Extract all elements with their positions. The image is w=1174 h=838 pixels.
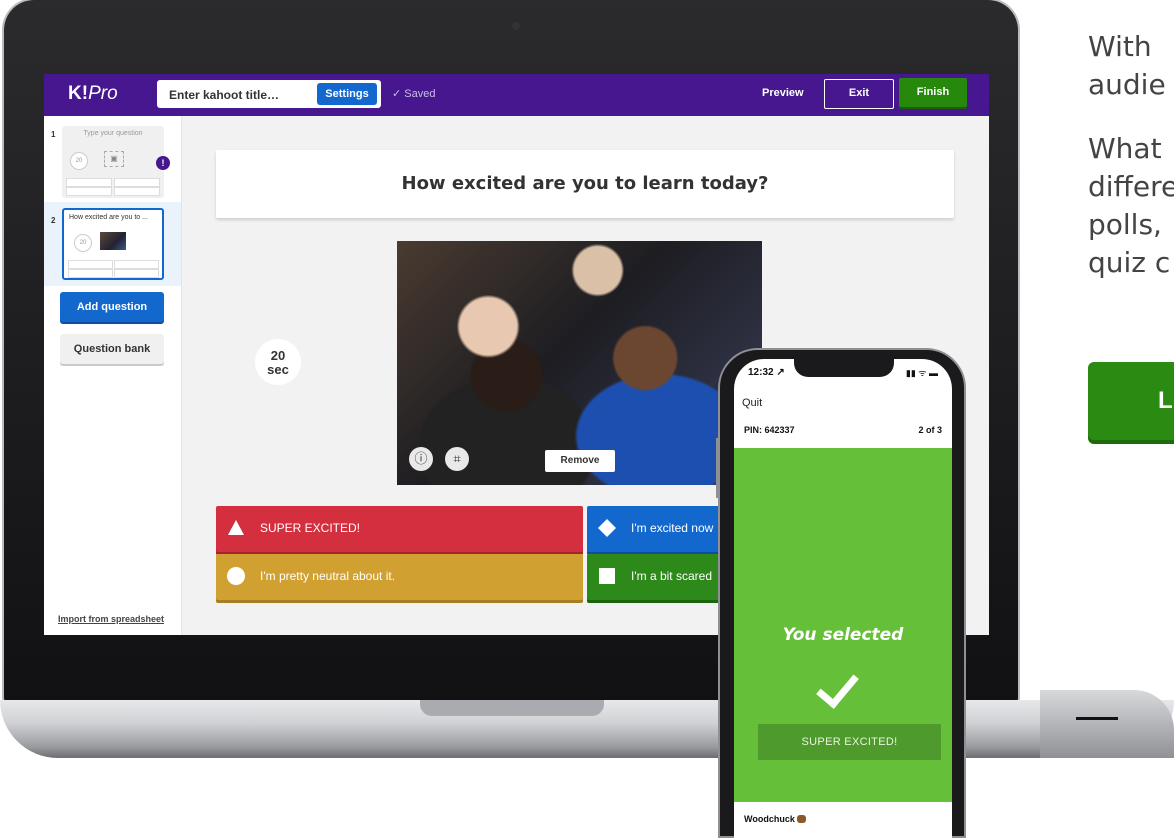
slide-question: Type your question: [83, 130, 143, 137]
status-icons: ▮▮ ᯤ ▬: [905, 368, 938, 378]
answer-label: I'm a bit scared: [631, 569, 712, 583]
mini-answer: [68, 269, 113, 278]
answer-label: SUPER EXCITED!: [260, 521, 361, 535]
question-progress: 2 of 3: [918, 425, 942, 435]
timer-selector[interactable]: 20 sec: [255, 339, 301, 385]
timer-unit: sec: [267, 362, 289, 377]
marketing-line: audie: [1088, 68, 1166, 101]
marketing-line: What: [1088, 132, 1162, 165]
mini-answer: [114, 260, 159, 269]
marketing-line: differe: [1088, 170, 1174, 203]
laptop-base-right: [1040, 690, 1174, 758]
slide-question: How excited are you to ...: [69, 214, 148, 221]
marketing-copy: With audie What differe polls, quiz c: [1088, 28, 1174, 282]
mini-answer: [66, 187, 112, 196]
answer-1[interactable]: SUPER EXCITED!: [216, 506, 583, 552]
laptop-base-dash: [1076, 717, 1118, 720]
remove-image-button[interactable]: Remove: [545, 450, 615, 472]
triangle-icon: [228, 520, 244, 535]
exit-button[interactable]: Exit: [824, 79, 894, 109]
slide-number: 1: [51, 130, 56, 139]
diamond-icon: [598, 519, 616, 537]
cta-button[interactable]: L: [1088, 362, 1174, 440]
laptop-notch: [420, 700, 604, 716]
sidebar: 1 Type your question 20 ▣ ! 2 How excite…: [44, 116, 182, 635]
mini-answer: [68, 260, 113, 269]
slide-photo-thumbnail: [100, 232, 126, 250]
info-icon[interactable]: ⓘ: [409, 447, 433, 471]
mini-answer: [114, 178, 160, 187]
phone-notch: [794, 359, 894, 377]
saved-status: ✓ Saved: [392, 88, 436, 100]
status-time: 12:32 ↗: [748, 367, 785, 378]
phone-screen: 12:32 ↗ ▮▮ ᯤ ▬ Quit PIN: 642337 2 of 3 Y…: [734, 359, 952, 838]
finish-button[interactable]: Finish: [899, 78, 967, 107]
mini-answer: [114, 187, 160, 196]
crop-icon[interactable]: ⌗: [445, 447, 469, 471]
kahoot-logo: K!Pro: [68, 83, 118, 104]
answer-3[interactable]: I'm pretty neutral about it.: [216, 554, 583, 600]
slide-thumbnail[interactable]: Type your question 20 ▣: [62, 126, 164, 198]
question-image: ⓘ ⌗ Remove: [397, 241, 762, 485]
timer-value: 20: [270, 348, 286, 363]
camera-dot: [512, 22, 520, 30]
top-bar: K!Pro Enter kahoot title… Settings ✓ Sav…: [44, 74, 989, 116]
mini-answer: [114, 269, 159, 278]
slide-thumbnail-active[interactable]: How excited are you to ... 20: [62, 208, 164, 280]
question-input[interactable]: How excited are you to learn today?: [216, 150, 954, 218]
square-icon: [599, 568, 615, 584]
preview-button[interactable]: Preview: [762, 87, 804, 99]
title-placeholder: Enter kahoot title…: [169, 88, 280, 102]
slide-timer: 20: [74, 234, 92, 252]
mini-answer: [66, 178, 112, 187]
selected-answer: SUPER EXCITED!: [758, 724, 941, 760]
slide-item-1[interactable]: 1 Type your question 20 ▣ !: [44, 124, 181, 204]
add-question-button[interactable]: Add question: [60, 292, 164, 322]
marketing-line: polls,: [1088, 208, 1162, 241]
player-nickname: Woodchuck: [744, 814, 806, 824]
settings-button[interactable]: Settings: [317, 83, 377, 105]
answer-label: I'm pretty neutral about it.: [260, 569, 396, 583]
marketing-line: With: [1088, 30, 1152, 63]
slide-number: 2: [51, 216, 56, 225]
slide-timer: 20: [70, 152, 88, 170]
marketing-line: quiz c: [1088, 246, 1171, 279]
import-spreadsheet-link[interactable]: Import from spreadsheet: [58, 614, 164, 624]
game-pin: PIN: 642337: [744, 425, 795, 435]
slide-item-2[interactable]: 2 How excited are you to ... 20: [44, 202, 181, 286]
title-input[interactable]: Enter kahoot title… Settings: [157, 80, 381, 108]
quit-button[interactable]: Quit: [742, 397, 762, 409]
warning-icon: !: [156, 156, 170, 170]
circle-icon: [227, 567, 245, 585]
bear-icon: [796, 815, 806, 823]
answer-label: I'm excited now: [631, 521, 714, 535]
image-placeholder-icon: ▣: [104, 151, 124, 167]
question-bank-button[interactable]: Question bank: [60, 334, 164, 364]
you-selected-label: You selected: [782, 625, 904, 645]
